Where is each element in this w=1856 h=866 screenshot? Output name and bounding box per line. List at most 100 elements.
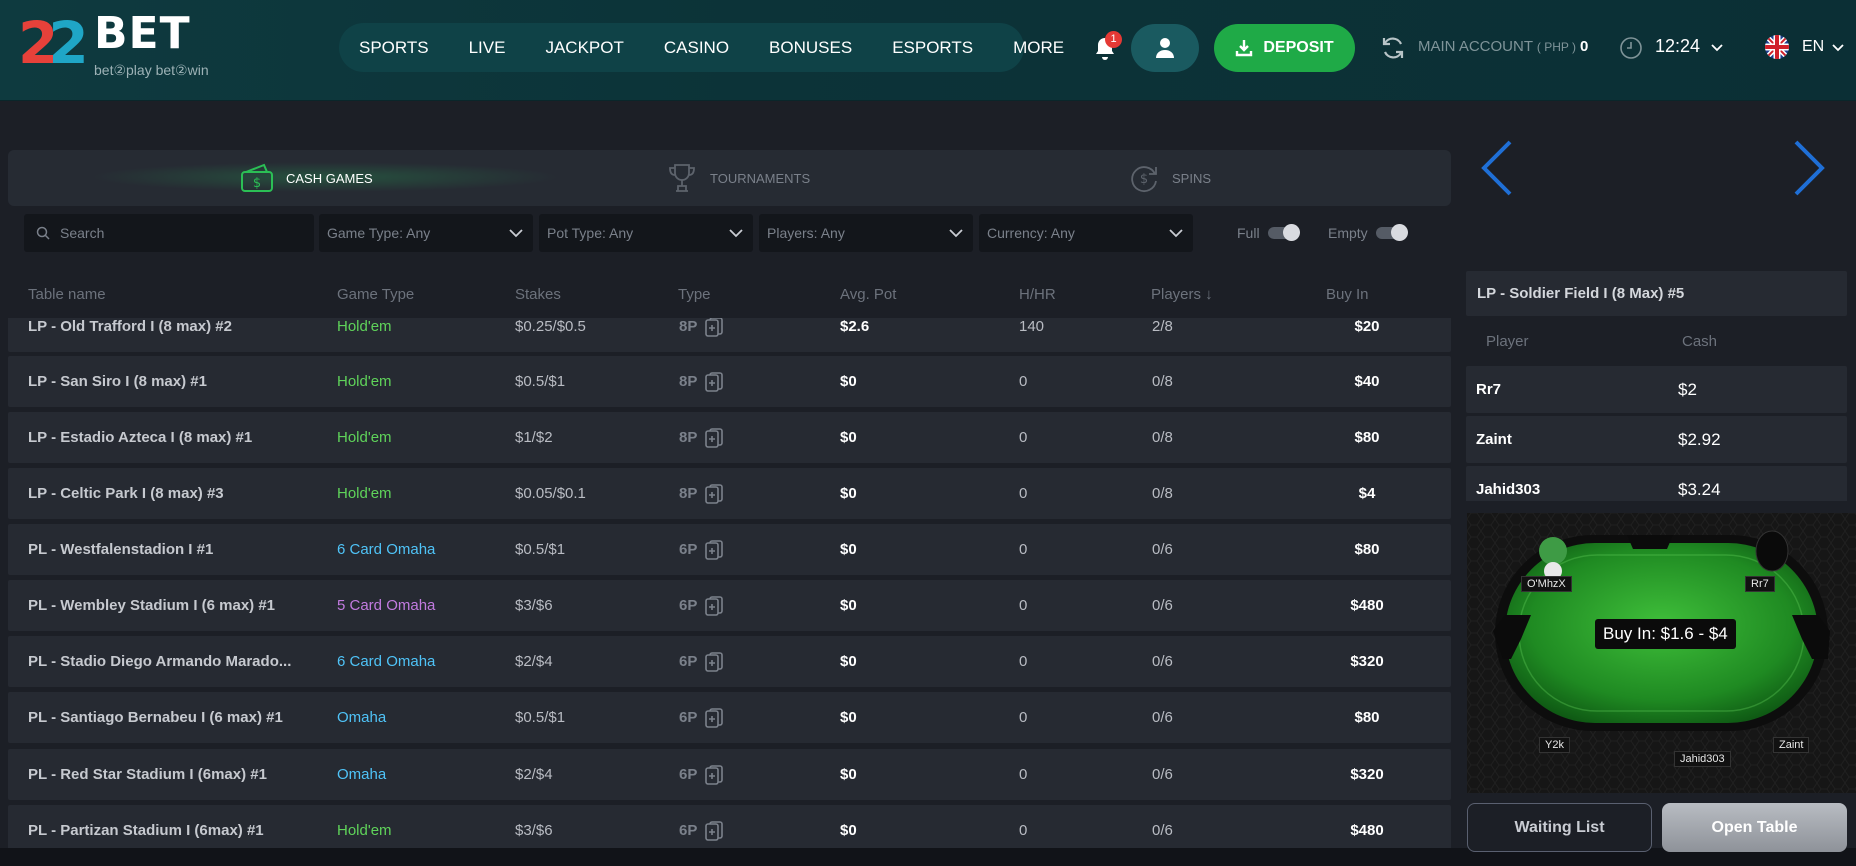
seat-type: 8P xyxy=(679,318,724,352)
brand-logo[interactable]: 22 BET bet②play bet②win xyxy=(18,12,248,87)
seat-type-label: 6P xyxy=(679,541,698,558)
uk-flag-icon[interactable] xyxy=(1765,35,1789,59)
players-count: 0/6 xyxy=(1152,709,1173,726)
avg-pot: $0 xyxy=(840,597,857,614)
table-row[interactable]: PL - Westfalenstadion I #1 6 Card Omaha … xyxy=(8,524,1451,575)
nav-live[interactable]: LIVE xyxy=(449,23,526,72)
game-type: 6 Card Omaha xyxy=(337,653,436,670)
full-toggle[interactable]: Full xyxy=(1237,214,1300,252)
table-row[interactable]: PL - Red Star Stadium I (6max) #1 Omaha … xyxy=(8,749,1451,800)
buy-in: $4 xyxy=(1358,485,1376,502)
players-dropdown[interactable]: Players: Any xyxy=(759,214,973,252)
notification-badge: 1 xyxy=(1105,31,1122,48)
col-table-name[interactable]: Table name xyxy=(28,286,106,303)
tab-label: TOURNAMENTS xyxy=(710,170,811,186)
chevron-down-icon xyxy=(1169,228,1183,237)
game-category-tabs: $ CASH GAMES TOURNAMENTS $ SPINS xyxy=(8,150,1451,206)
game-type-dropdown[interactable]: Game Type: Any xyxy=(319,214,533,252)
col-game-type[interactable]: Game Type xyxy=(337,286,414,303)
chevron-down-icon xyxy=(509,228,523,237)
tab-cash-games[interactable]: $ CASH GAMES xyxy=(90,150,560,206)
players-count: 0/6 xyxy=(1152,766,1173,783)
main-account-balance[interactable]: MAIN ACCOUNT ( PHP ) 0 xyxy=(1418,38,1588,55)
tab-tournaments[interactable]: TOURNAMENTS xyxy=(666,150,810,206)
refresh-icon[interactable] xyxy=(1380,35,1406,61)
avg-pot: $0 xyxy=(840,822,857,839)
nav-bonuses[interactable]: BONUSES xyxy=(749,23,872,72)
buy-in: $480 xyxy=(1350,822,1384,839)
clock-icon xyxy=(1620,37,1642,59)
account-currency: ( PHP ) xyxy=(1536,40,1577,54)
chevron-right-icon[interactable] xyxy=(1792,138,1826,198)
players-count: 0/6 xyxy=(1152,541,1173,558)
buy-in-range: Buy In: $1.6 - $4 xyxy=(1595,619,1736,649)
players-list-header: Player Cash xyxy=(1466,322,1847,362)
table-name: PL - Wembley Stadium I (6 max) #1 xyxy=(28,597,276,614)
table-row[interactable]: LP - Celtic Park I (8 max) #3 Hold'em $0… xyxy=(8,468,1451,519)
col-hands-per-hour[interactable]: H/HR xyxy=(1019,286,1056,303)
stakes: $3/$6 xyxy=(515,822,553,839)
chevron-down-icon xyxy=(729,228,743,237)
chevron-down-icon[interactable] xyxy=(1711,44,1723,52)
cards-icon xyxy=(705,764,724,785)
tab-label: SPINS xyxy=(1172,170,1212,186)
table-row[interactable]: LP - Estadio Azteca I (8 max) #1 Hold'em… xyxy=(8,412,1451,463)
toggle-switch[interactable] xyxy=(1375,224,1408,241)
player-name: Zaint xyxy=(1476,431,1512,448)
dropdown-value: Currency: Any xyxy=(987,225,1075,241)
toggle-switch[interactable] xyxy=(1267,224,1300,241)
col-players[interactable]: Players ↓ xyxy=(1151,286,1213,303)
table-row[interactable]: LP - Old Trafford I (8 max) #2 Hold'em $… xyxy=(8,318,1451,352)
logo-brand: BET xyxy=(94,8,191,59)
nav-sports[interactable]: SPORTS xyxy=(359,23,449,72)
pot-type-dropdown[interactable]: Pot Type: Any xyxy=(539,214,753,252)
clock-time: 12:24 xyxy=(1655,36,1701,56)
table-row[interactable]: PL - Stadio Diego Armando Marado... 6 Ca… xyxy=(8,636,1451,687)
user-account-button[interactable] xyxy=(1131,24,1199,72)
game-type: Hold'em xyxy=(337,373,392,390)
search-box[interactable] xyxy=(24,214,314,252)
nav-esports[interactable]: ESPORTS xyxy=(872,23,993,72)
avg-pot: $0 xyxy=(840,373,857,390)
top-header: 22 BET bet②play bet②win SPORTS LIVE JACK… xyxy=(0,0,1856,101)
seat-type: 6P xyxy=(679,636,724,687)
hands-per-hour: 0 xyxy=(1019,429,1028,446)
table-row[interactable]: PL - Santiago Bernabeu I (6 max) #1 Omah… xyxy=(8,692,1451,743)
seat-type: 6P xyxy=(679,805,724,848)
search-input[interactable] xyxy=(60,225,300,241)
game-type: Omaha xyxy=(337,709,387,726)
open-table-button[interactable]: Open Table xyxy=(1662,803,1847,852)
cards-icon xyxy=(705,318,724,337)
col-avg-pot[interactable]: Avg. Pot xyxy=(840,286,896,303)
deposit-button[interactable]: DEPOSIT xyxy=(1214,24,1355,72)
currency-dropdown[interactable]: Currency: Any xyxy=(979,214,1193,252)
col-stakes[interactable]: Stakes xyxy=(515,286,561,303)
poker-table-preview[interactable]: O'MhzX Rr7 Y2k Jahid303 Zaint Buy In: $1… xyxy=(1467,513,1856,793)
selected-table-title: LP - Soldier Field I (8 Max) #5 xyxy=(1466,271,1847,316)
table-name: PL - Westfalenstadion I #1 xyxy=(28,541,214,558)
nav-more[interactable]: MORE xyxy=(993,23,1084,72)
hands-per-hour: 140 xyxy=(1019,318,1045,335)
cards-icon xyxy=(705,707,724,728)
table-row[interactable]: PL - Wembley Stadium I (6 max) #1 5 Card… xyxy=(8,580,1451,631)
cash-icon: $ xyxy=(241,163,273,192)
cards-icon xyxy=(705,651,724,672)
col-type[interactable]: Type xyxy=(678,286,711,303)
seat-type-label: 6P xyxy=(679,822,698,839)
table-row[interactable]: PL - Partizan Stadium I (6max) #1 Hold'e… xyxy=(8,805,1451,848)
chevron-down-icon[interactable] xyxy=(1832,44,1844,52)
seat-type-label: 8P xyxy=(679,373,698,390)
col-buy-in[interactable]: Buy In xyxy=(1326,286,1369,303)
nav-jackpot[interactable]: JACKPOT xyxy=(525,23,643,72)
chevron-left-icon[interactable] xyxy=(1480,138,1514,198)
tab-spins[interactable]: $ SPINS xyxy=(1128,150,1211,206)
hands-per-hour: 0 xyxy=(1019,373,1028,390)
waiting-list-button[interactable]: Waiting List xyxy=(1467,803,1652,852)
language-selector[interactable]: EN xyxy=(1802,38,1824,56)
nav-casino[interactable]: CASINO xyxy=(644,23,749,72)
table-row[interactable]: LP - San Siro I (8 max) #1 Hold'em $0.5/… xyxy=(8,356,1451,407)
dropdown-value: Game Type: Any xyxy=(327,225,431,241)
game-type: Hold'em xyxy=(337,318,392,335)
empty-toggle[interactable]: Empty xyxy=(1328,214,1408,252)
svg-text:$: $ xyxy=(253,176,261,191)
